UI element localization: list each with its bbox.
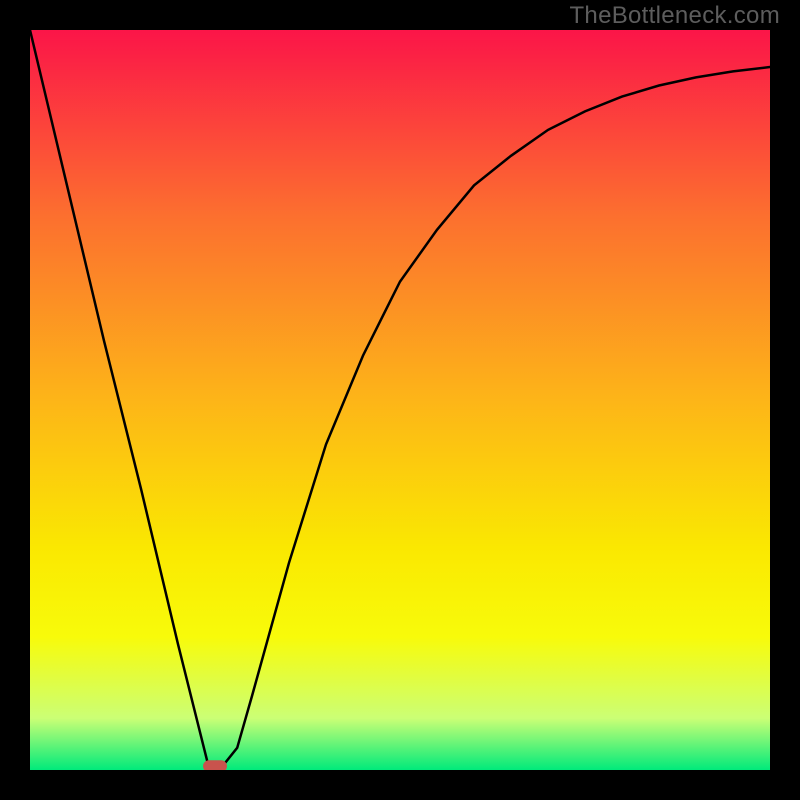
gradient-background xyxy=(30,30,770,770)
watermark-text: TheBottleneck.com xyxy=(569,2,780,30)
optimal-point-marker xyxy=(203,760,227,770)
chart-svg xyxy=(30,30,770,770)
chart-frame: TheBottleneck.com xyxy=(0,0,800,800)
plot-area xyxy=(30,30,770,770)
